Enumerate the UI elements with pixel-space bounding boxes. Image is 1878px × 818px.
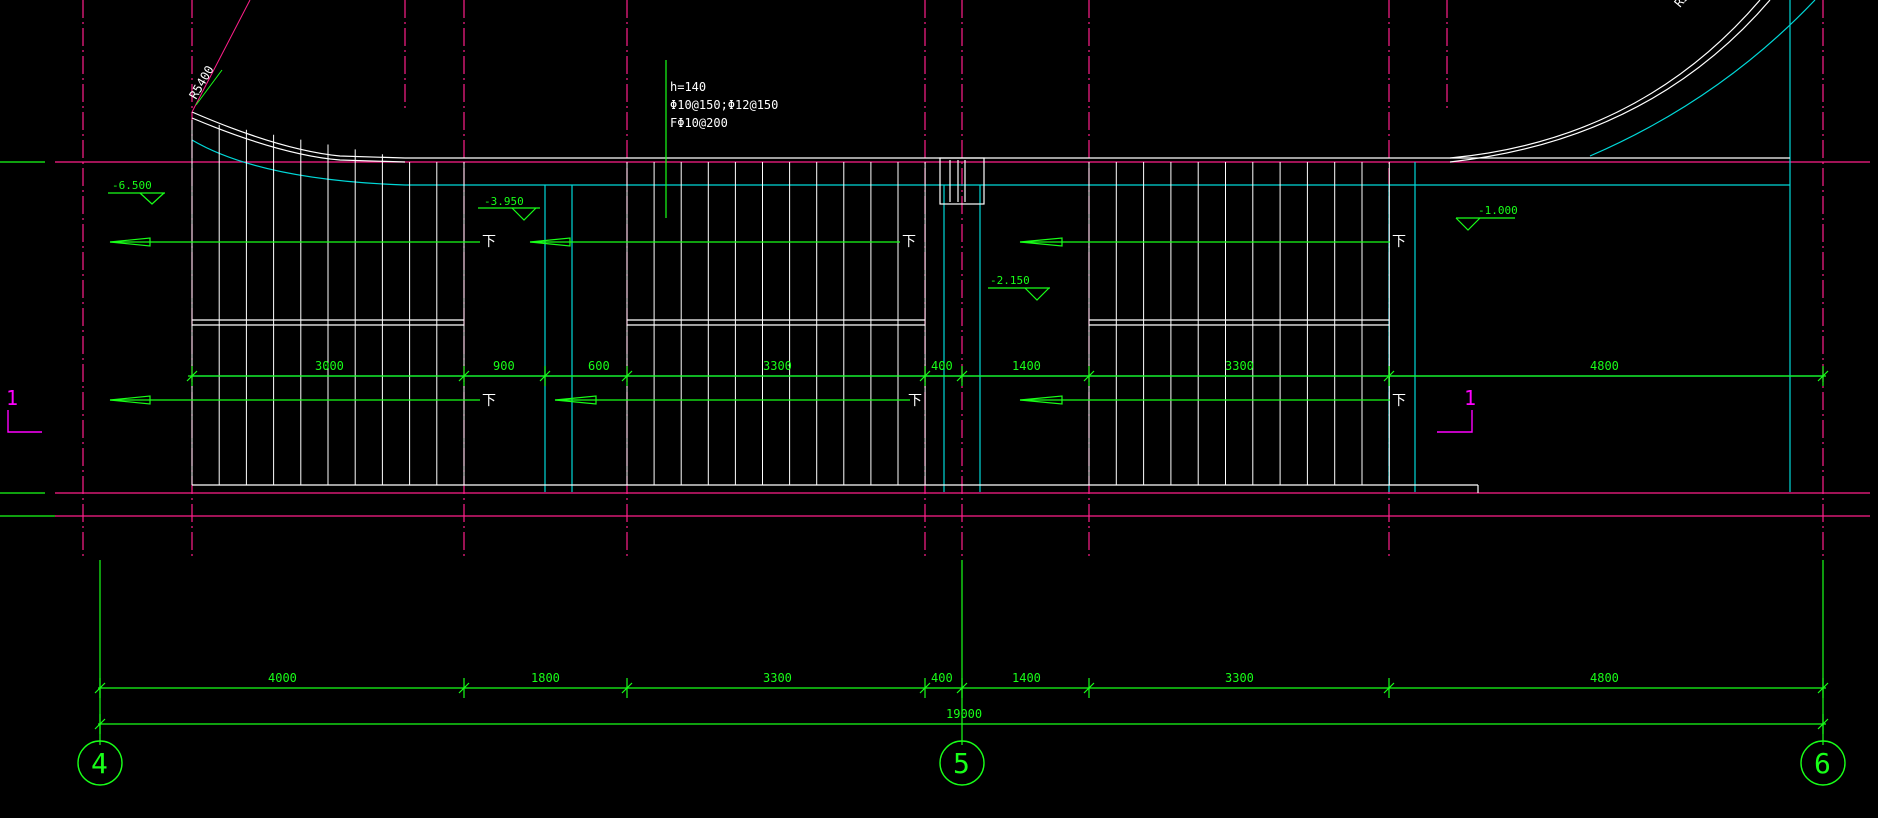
axis-bubble-6: 6: [1800, 740, 1846, 786]
section-mark-left: 1: [6, 386, 42, 433]
direction-label: 下: [908, 393, 922, 409]
section-mark-right: 1: [1437, 386, 1476, 433]
stair-outline: [191, 0, 1790, 493]
inner-dimension-label: 900: [493, 359, 515, 373]
radius-label: R5400: [186, 63, 216, 101]
outer-dimension-label: 400: [931, 671, 953, 685]
inner-dimension-label: 4800: [1590, 359, 1619, 373]
axis-label: 5: [953, 747, 970, 780]
stair-plan-drawing: 下 下 下 下 下 下 -6.500 -3.950 -2.150 -1.000 …: [0, 0, 1870, 786]
outer-dimension-label: 1800: [531, 671, 560, 685]
axis-label: 6: [1814, 747, 1831, 780]
axis-stubs: [0, 161, 55, 517]
section-label: 1: [1464, 386, 1476, 410]
direction-label: 下: [482, 393, 496, 409]
stair-treads: [191, 120, 1390, 485]
outer-dimension-label: 3300: [763, 671, 792, 685]
direction-label: 下: [1392, 234, 1406, 250]
elevation-label: -6.500: [112, 179, 152, 192]
axis-bubble-4: 4: [77, 740, 123, 786]
slab-note-thickness: h=140: [670, 80, 706, 94]
outer-dimension-label: 4800: [1590, 671, 1619, 685]
outer-dimension-label: 3300: [1225, 671, 1254, 685]
inner-dimension-label: 3300: [763, 359, 792, 373]
direction-label: 下: [902, 234, 916, 250]
radius-label: R3800: [1672, 0, 1706, 10]
axis-label: 4: [91, 747, 108, 780]
direction-label: 下: [482, 234, 496, 250]
inner-dimension-label: 3000: [315, 359, 344, 373]
grid-lines: [55, 0, 1870, 560]
inner-dimension-label: 3300: [1225, 359, 1254, 373]
direction-label: 下: [1392, 393, 1406, 409]
elevation-label: -1.000: [1478, 204, 1518, 217]
outer-dimension-label: 4000: [268, 671, 297, 685]
slab-note-bottom-rebar: FΦ10@200: [670, 116, 728, 130]
elevation-markers: [108, 192, 1515, 301]
section-label: 1: [6, 386, 18, 410]
elevation-label: -2.150: [990, 274, 1030, 287]
axis-bubble-5: 5: [939, 740, 985, 786]
inner-dimension-label: 600: [588, 359, 610, 373]
slab-note-rebar: Φ10@150;Φ12@150: [670, 98, 778, 112]
inner-dimension-label: 400: [931, 359, 953, 373]
outer-dimension-label: 1400: [1012, 671, 1041, 685]
inner-dimension-label: 1400: [1012, 359, 1041, 373]
total-dimension-label: 19000: [946, 707, 982, 721]
elevation-label: -3.950: [484, 195, 524, 208]
